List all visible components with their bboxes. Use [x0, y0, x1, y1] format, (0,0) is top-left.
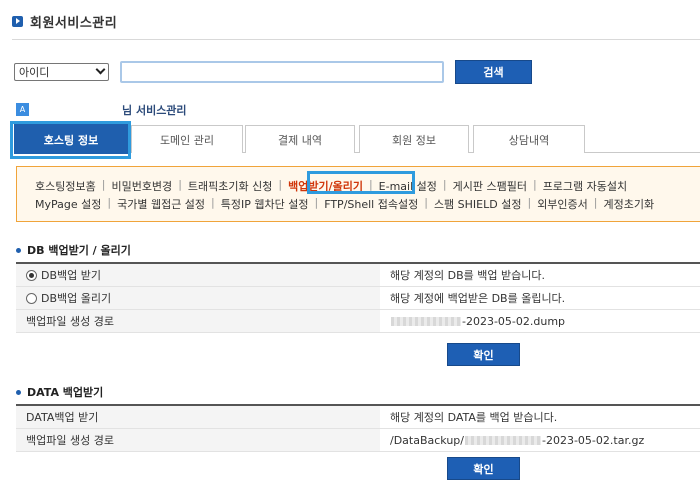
menu-separator: |: [442, 178, 447, 191]
path-suffix: -2023-05-02.tar.gz: [542, 433, 645, 447]
path-prefix: /DataBackup/: [390, 433, 464, 447]
chevron-down-icon: [95, 64, 106, 75]
data-section-title-text: DATA 백업받기: [27, 386, 104, 399]
radio-unchecked-icon[interactable]: [26, 292, 37, 304]
redacted-text: [465, 435, 541, 445]
tab-payment-history[interactable]: 결제 내역: [245, 125, 355, 153]
option-label: DB백업 올리기: [41, 292, 112, 305]
menu-separator: |: [211, 196, 215, 209]
table-row: DB백업 올리기 해당 계정에 백업받은 DB를 올립니다.: [16, 287, 700, 310]
menu-separator: |: [593, 196, 598, 209]
menu-auto-install[interactable]: 프로그램 자동설치: [543, 178, 627, 194]
db-backup-table: DB백업 받기 해당 계정의 DB를 백업 받습니다. DB백업 올리기 해당 …: [16, 262, 700, 333]
menu-separator: |: [278, 178, 283, 191]
path-suffix: -2023-05-02.dump: [462, 314, 566, 328]
data-confirm-button[interactable]: 확인: [447, 457, 520, 480]
path-label: 백업파일 생성 경로: [16, 310, 380, 332]
data-backup-table: DATA백업 받기 해당 계정의 DATA를 백업 받습니다. 백업파일 생성 …: [16, 404, 700, 452]
account-service-label: 님 서비스관리: [122, 104, 187, 117]
menu-traffic-reset[interactable]: 트래픽초기화 신청: [188, 178, 272, 194]
option-description: 해당 계정의 DB를 백업 받습니다.: [390, 269, 545, 282]
search-row: 아이디 검색: [14, 60, 700, 86]
table-row: DB백업 받기 해당 계정의 DB를 백업 받습니다.: [16, 264, 700, 287]
radio-checked-icon[interactable]: [26, 269, 37, 281]
table-row: 백업파일 생성 경로 /DataBackup/ -2023-05-02.tar.…: [16, 429, 700, 452]
page-header: 회원서비스관리: [12, 12, 117, 31]
account-row: A 님 서비스관리: [16, 103, 187, 117]
tab-domain-management[interactable]: 도메인 관리: [131, 125, 243, 153]
menu-country-access[interactable]: 국가별 웹접근 설정: [117, 196, 205, 212]
menu-board-spam-filter[interactable]: 게시판 스팸필터: [453, 178, 527, 194]
tab-highlight-box: [10, 121, 131, 159]
db-backup-path: -2023-05-02.dump: [380, 310, 700, 332]
menu-external-cert[interactable]: 외부인증서: [537, 196, 588, 212]
menu-separator: |: [527, 196, 532, 209]
page-title: 회원서비스관리: [30, 16, 118, 31]
table-row: 백업파일 생성 경로 -2023-05-02.dump: [16, 310, 700, 333]
db-section-title: DB 백업받기 / 올리기: [16, 242, 131, 258]
search-type-value: 아이디: [19, 66, 50, 79]
menu-ftp-shell[interactable]: FTP/Shell 접속설정: [324, 196, 418, 212]
search-input[interactable]: [120, 61, 444, 83]
db-backup-upload-option[interactable]: DB백업 올리기: [16, 287, 380, 309]
db-confirm-button[interactable]: 확인: [447, 343, 520, 366]
table-row: DATA백업 받기 해당 계정의 DATA를 백업 받습니다.: [16, 406, 700, 429]
db-section-title-text: DB 백업받기 / 올리기: [27, 244, 131, 257]
path-label: 백업파일 생성 경로: [16, 429, 380, 451]
menu-separator: |: [101, 178, 106, 191]
menu-separator: |: [314, 196, 319, 209]
data-backup-download-label: DATA백업 받기: [16, 406, 380, 428]
search-button[interactable]: 검색: [455, 60, 532, 84]
account-badge: A: [16, 103, 29, 116]
data-backup-path: /DataBackup/ -2023-05-02.tar.gz: [380, 429, 700, 451]
menu-separator: |: [532, 178, 537, 191]
menu-mypage-settings[interactable]: MyPage 설정: [35, 196, 101, 212]
data-section-title: DATA 백업받기: [16, 384, 103, 400]
square-arrow-icon: [12, 16, 23, 27]
search-type-select[interactable]: 아이디: [14, 63, 109, 81]
option-description: 해당 계정에 백업받은 DB를 올립니다.: [390, 292, 566, 305]
header-divider: [12, 39, 700, 40]
bullet-icon: [16, 389, 21, 395]
tab-consultation-history[interactable]: 상담내역: [473, 125, 585, 153]
db-backup-download-option[interactable]: DB백업 받기: [16, 264, 380, 286]
menu-spam-shield[interactable]: 스팸 SHIELD 설정: [434, 196, 522, 212]
tab-member-info[interactable]: 회원 정보: [359, 125, 469, 153]
menu-separator: |: [178, 178, 182, 191]
menu-separator: |: [424, 196, 428, 209]
menu-account-reset[interactable]: 계정초기화: [604, 196, 655, 212]
bullet-icon: [16, 247, 21, 253]
menu-change-password[interactable]: 비밀번호변경: [111, 178, 172, 194]
submenu-row-2: MyPage 설정 | 국가별 웹접근 설정 | 특정IP 웹차단 설정 | F…: [35, 196, 654, 212]
option-label: DB백업 받기: [41, 269, 101, 282]
option-description: 해당 계정의 DATA를 백업 받습니다.: [390, 411, 558, 424]
menu-highlight-box: [307, 171, 415, 194]
menu-ip-block[interactable]: 특정IP 웹차단 설정: [221, 196, 309, 212]
redacted-text: [391, 316, 461, 326]
menu-separator: |: [107, 196, 112, 209]
menu-hosting-home[interactable]: 호스팅정보홈: [35, 178, 96, 194]
